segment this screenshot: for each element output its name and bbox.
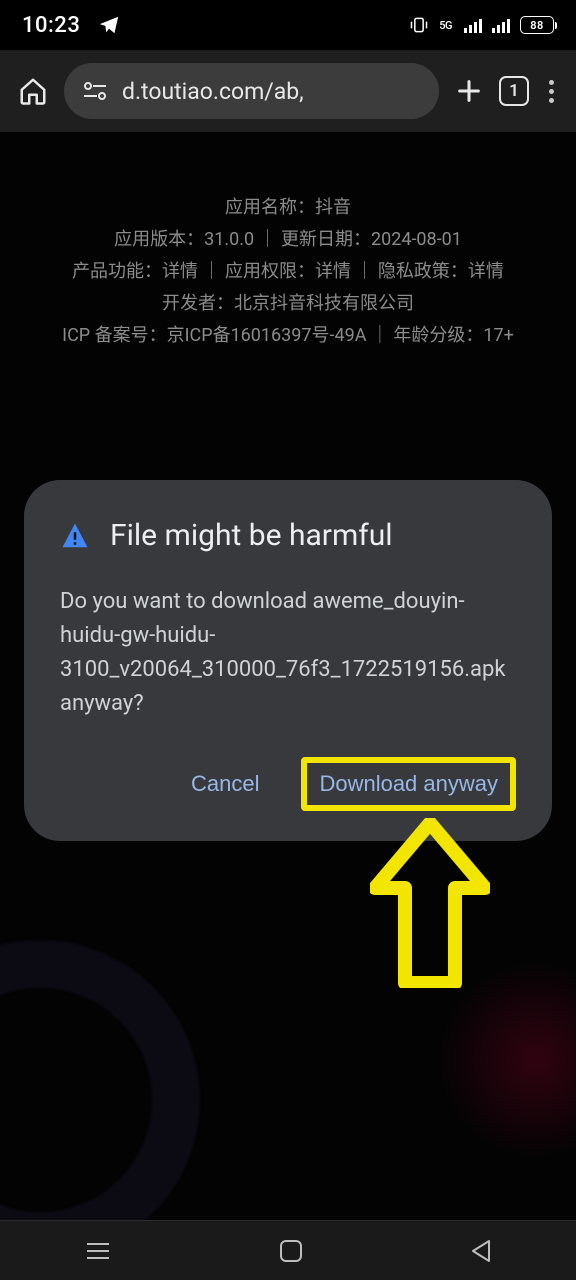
home-nav-icon[interactable] xyxy=(278,1238,304,1264)
dialog-message: Do you want to download aweme_douyin-hui… xyxy=(60,585,516,721)
app-info-block: 应用名称：抖音 应用版本：31.0.0 ｜ 更新日期：2024-08-01 产品… xyxy=(0,132,576,352)
dialog-title: File might be harmful xyxy=(110,518,393,553)
signal-bars-2-icon xyxy=(492,18,510,33)
home-icon[interactable] xyxy=(18,76,48,106)
clock: 10:23 xyxy=(22,13,80,38)
new-tab-icon[interactable] xyxy=(455,77,483,105)
app-info-line: 应用名称：抖音 xyxy=(0,192,576,224)
network-type-label: 5G xyxy=(439,19,452,32)
app-info-line: 产品功能：详情 ｜ 应用权限：详情 ｜ 隐私政策：详情 xyxy=(0,256,576,288)
battery-indicator: 88 xyxy=(520,16,554,34)
annotation-arrow-icon xyxy=(370,818,490,988)
download-anyway-button[interactable]: Download anyway xyxy=(301,757,516,811)
android-status-bar: 10:23 5G 88 xyxy=(0,0,576,50)
app-info-line: ICP 备案号：京ICP备16016397号-49A ｜ 年龄分级：17+ xyxy=(0,320,576,352)
chrome-toolbar: d.toutiao.com/ab, 1 xyxy=(0,50,576,132)
recents-icon[interactable] xyxy=(83,1239,113,1263)
cancel-button[interactable]: Cancel xyxy=(173,757,277,811)
download-warning-dialog: File might be harmful Do you want to dow… xyxy=(24,480,552,841)
android-nav-bar xyxy=(0,1220,576,1280)
app-info-line: 开发者：北京抖音科技有限公司 xyxy=(0,288,576,320)
vibrate-icon xyxy=(409,16,429,34)
warning-icon xyxy=(60,521,90,551)
back-icon[interactable] xyxy=(469,1238,493,1264)
url-bar[interactable]: d.toutiao.com/ab, xyxy=(64,63,439,119)
tab-switcher-button[interactable]: 1 xyxy=(499,76,529,106)
url-text: d.toutiao.com/ab, xyxy=(122,78,304,105)
site-settings-icon[interactable] xyxy=(82,79,108,103)
signal-bars-icon xyxy=(464,18,482,33)
app-info-line: 应用版本：31.0.0 ｜ 更新日期：2024-08-01 xyxy=(0,224,576,256)
overflow-menu-icon[interactable] xyxy=(545,76,558,107)
background-decoration xyxy=(436,960,576,1160)
background-decoration xyxy=(0,940,200,1260)
telegram-icon xyxy=(98,14,120,36)
